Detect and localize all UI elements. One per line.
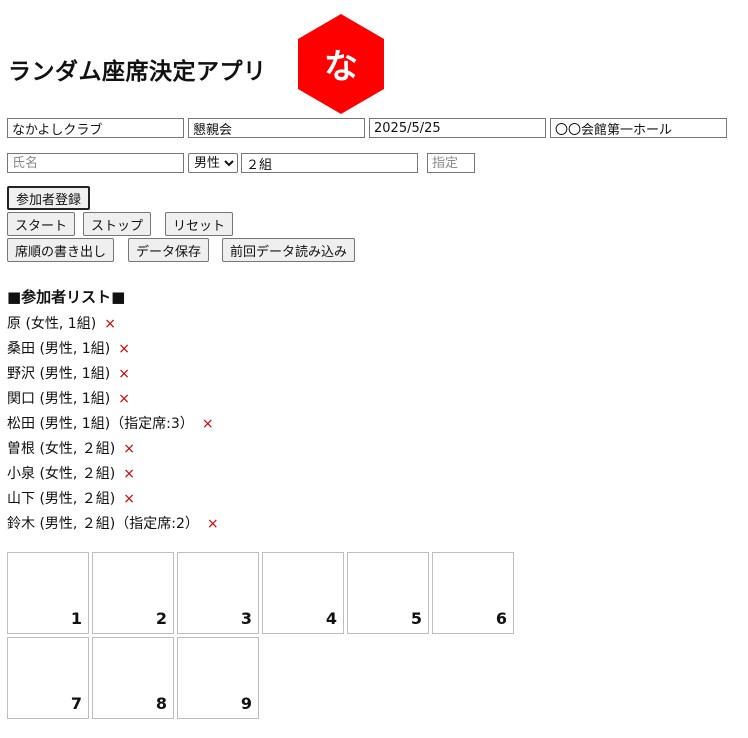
seat-number: 7 xyxy=(70,694,82,713)
participant-list-heading: ■参加者リスト■ xyxy=(7,288,126,306)
delete-icon[interactable]: × xyxy=(202,416,214,432)
start-button[interactable]: スタート xyxy=(7,212,76,236)
participant-label: 小泉 (女性, ２組) xyxy=(7,466,116,482)
list-item: 松田 (男性, 1組)（指定席:3） × xyxy=(7,412,219,437)
delete-icon[interactable]: × xyxy=(118,341,130,357)
export-seating-button[interactable]: 席順の書き出し xyxy=(7,238,115,262)
register-row: 参加者登録 xyxy=(7,186,91,210)
seat-box: 6 xyxy=(432,552,514,634)
seat-number: 8 xyxy=(155,694,167,713)
list-item: 関口 (男性, 1組) × xyxy=(7,387,219,412)
delete-icon[interactable]: × xyxy=(207,516,219,532)
reset-button[interactable]: リセット xyxy=(165,212,234,236)
seat-number: 3 xyxy=(240,609,252,628)
participant-label: 桑田 (男性, 1組) xyxy=(7,341,111,357)
seat-box: 7 xyxy=(7,637,89,719)
participant-entry-row: 男性 xyxy=(7,153,475,173)
seat-box: 2 xyxy=(92,552,174,634)
data-row: 席順の書き出し データ保存 前回データ読み込み xyxy=(7,238,356,262)
seat-number: 5 xyxy=(410,609,422,628)
event-name-input[interactable] xyxy=(188,118,365,138)
save-data-button[interactable]: データ保存 xyxy=(128,238,210,262)
seat-box: 1 xyxy=(7,552,89,634)
participant-name-input[interactable] xyxy=(7,153,184,173)
delete-icon[interactable]: × xyxy=(118,391,130,407)
delete-icon[interactable]: × xyxy=(123,491,135,507)
delete-icon[interactable]: × xyxy=(123,441,135,457)
list-item: 原 (女性, 1組) × xyxy=(7,312,219,337)
participant-label: 野沢 (男性, 1組) xyxy=(7,366,111,382)
stop-button[interactable]: ストップ xyxy=(83,212,152,236)
list-item: 野沢 (男性, 1組) × xyxy=(7,362,219,387)
seat-box: 5 xyxy=(347,552,429,634)
seat-box: 8 xyxy=(92,637,174,719)
list-item: 桑田 (男性, 1組) × xyxy=(7,337,219,362)
list-item: 小泉 (女性, ２組) × xyxy=(7,462,219,487)
seat-box: 3 xyxy=(177,552,259,634)
participant-label: 鈴木 (男性, ２組)（指定席:2） xyxy=(7,516,199,532)
delete-icon[interactable]: × xyxy=(123,466,135,482)
seat-number: 9 xyxy=(240,694,252,713)
seat-box: 4 xyxy=(262,552,344,634)
participant-list: 原 (女性, 1組) × 桑田 (男性, 1組) × 野沢 (男性, 1組) × 関口… xyxy=(7,312,219,537)
group-name-input[interactable] xyxy=(7,118,184,138)
venue-input[interactable] xyxy=(550,118,727,138)
seat-number: 4 xyxy=(325,609,337,628)
logo-text: な xyxy=(324,47,358,87)
participant-label: 原 (女性, 1組) xyxy=(7,316,97,332)
seat-number-input[interactable] xyxy=(427,153,475,173)
event-date-input[interactable] xyxy=(369,118,546,138)
group-input[interactable] xyxy=(241,153,418,173)
participant-label: 曽根 (女性, ２組) xyxy=(7,441,116,457)
delete-icon[interactable]: × xyxy=(118,366,130,382)
logo-hexagon-icon: な xyxy=(298,14,384,114)
participant-label: 山下 (男性, ２組) xyxy=(7,491,116,507)
seat-number: 1 xyxy=(70,609,82,628)
register-button[interactable]: 参加者登録 xyxy=(7,186,91,210)
event-info-row xyxy=(7,118,727,138)
seat-box: 9 xyxy=(177,637,259,719)
delete-icon[interactable]: × xyxy=(104,316,116,332)
seat-number: 6 xyxy=(495,609,507,628)
seat-number: 2 xyxy=(155,609,167,628)
logo-graphic: な xyxy=(298,14,384,114)
gender-select[interactable]: 男性 xyxy=(188,153,238,173)
app-title: ランダム座席決定アプリ xyxy=(8,59,267,85)
list-item: 鈴木 (男性, ２組)（指定席:2） × xyxy=(7,512,219,537)
list-item: 山下 (男性, ２組) × xyxy=(7,487,219,512)
participant-label: 松田 (男性, 1組)（指定席:3） xyxy=(7,416,194,432)
control-row: スタート ストップ リセット xyxy=(7,212,234,236)
participant-label: 関口 (男性, 1組) xyxy=(7,391,111,407)
app-header: ランダム座席決定アプリ な xyxy=(8,14,408,118)
load-previous-data-button[interactable]: 前回データ読み込み xyxy=(222,238,356,262)
list-item: 曽根 (女性, ２組) × xyxy=(7,437,219,462)
